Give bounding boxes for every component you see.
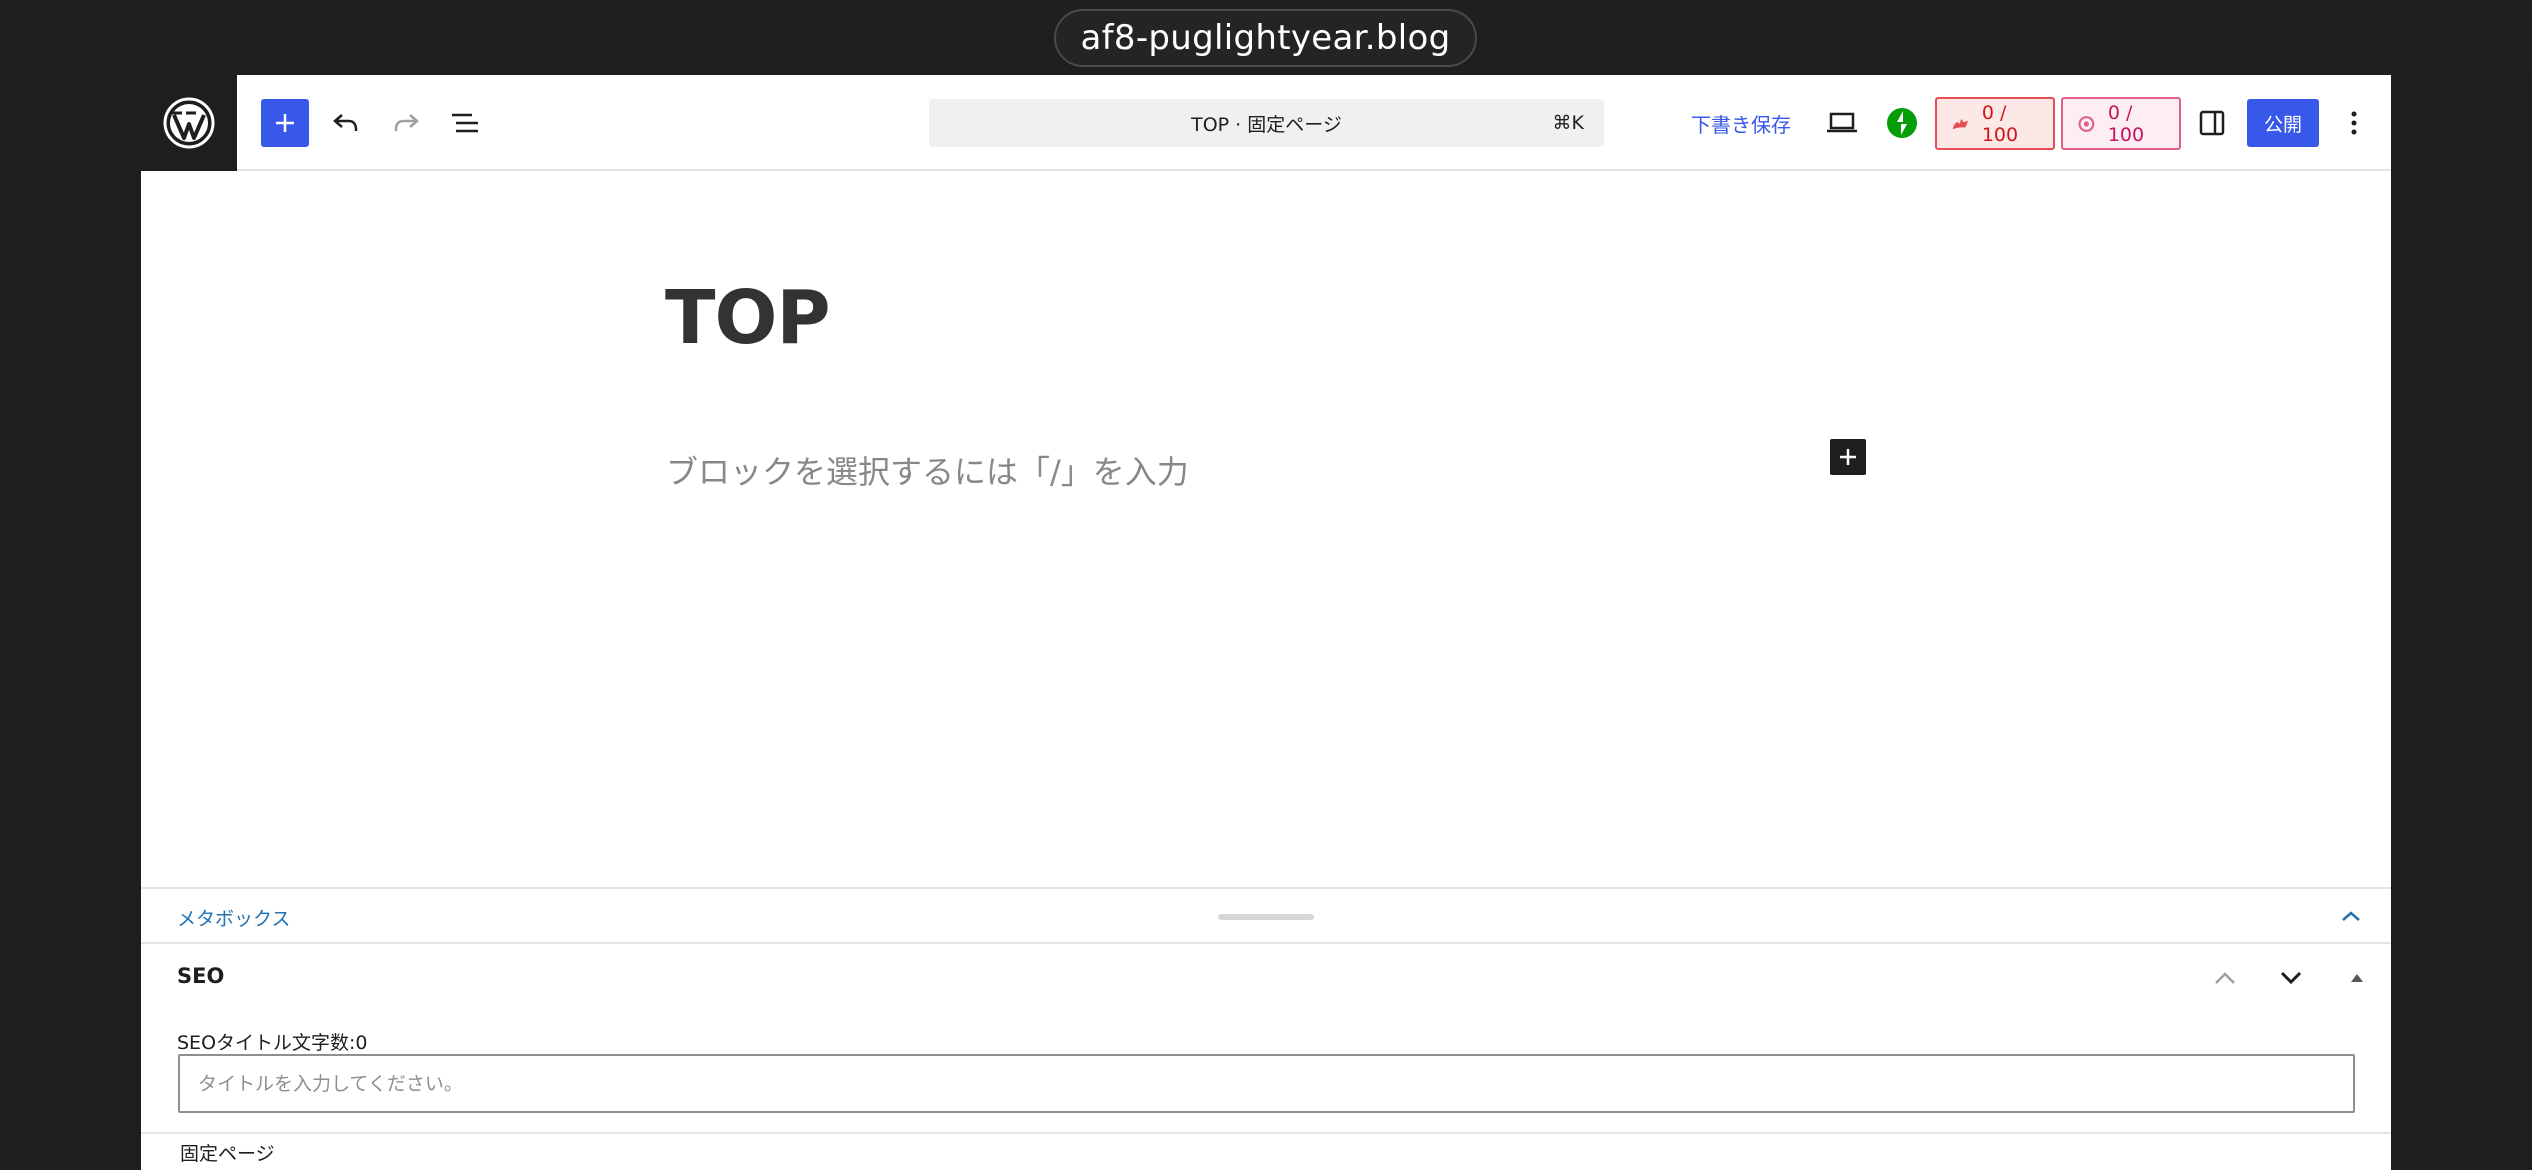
seo-score-icon [1952, 118, 1969, 129]
block-placeholder[interactable]: ブロックを選択するには「/」を入力 [666, 447, 1189, 493]
chevron-down-icon [2280, 971, 2302, 985]
redo-icon [394, 114, 419, 131]
page-title[interactable]: TOP [665, 275, 831, 361]
seo-title-input[interactable] [178, 1054, 2355, 1113]
sidebar-toggle-icon [2199, 110, 2225, 136]
chevron-up-icon [2215, 972, 2235, 984]
seo-score-badge[interactable]: 0 / 100 [1935, 97, 2055, 150]
chevron-up-icon [2342, 911, 2360, 921]
wordpress-logo-icon[interactable] [141, 75, 237, 171]
more-options-button[interactable] [2330, 99, 2378, 147]
metabox-resize-handle[interactable] [1218, 914, 1314, 920]
settings-sidebar-button[interactable] [2188, 99, 2236, 147]
more-options-icon [2351, 111, 2357, 135]
metabox-collapse-toggle[interactable] [2336, 901, 2366, 931]
seo-metabox: SEO SEOタイトル文字数:0 [141, 944, 2391, 1134]
triangle-up-icon [2351, 974, 2363, 982]
save-draft-button[interactable]: 下書き保存 [1691, 99, 1791, 147]
inline-block-inserter-button[interactable] [1830, 439, 1866, 475]
preview-button[interactable] [1818, 99, 1866, 147]
add-block-button[interactable] [261, 99, 309, 147]
readability-score-value: 0 / 100 [2107, 101, 2145, 146]
redo-button[interactable] [382, 99, 430, 147]
metabox-label[interactable]: メタボックス [177, 904, 290, 931]
list-view-icon [452, 113, 478, 133]
jetpack-button[interactable] [1878, 99, 1926, 147]
post-type-footer-label: 固定ページ [180, 1143, 275, 1165]
seo-title-count-label: SEOタイトル文字数:0 [177, 1032, 368, 1054]
readability-score-badge[interactable]: 0 / 100 [2061, 97, 2181, 150]
toggle-panel-button[interactable] [2337, 958, 2377, 998]
undo-button[interactable] [322, 99, 370, 147]
command-palette-button[interactable]: TOP · 固定ページ ⌘K [929, 99, 1604, 147]
metabox-header: メタボックス [141, 887, 2391, 944]
plus-icon [1840, 449, 1856, 465]
seo-score-value: 0 / 100 [1981, 101, 2019, 146]
readability-score-icon [2078, 115, 2095, 132]
command-shortcut-label: ⌘K [1552, 112, 1584, 134]
document-title-label: TOP · 固定ページ [1191, 113, 1342, 136]
move-down-button[interactable] [2271, 958, 2311, 998]
editor-window: TOP · 固定ページ ⌘K 下書き保存 0 / 100 0 / 100 公開 … [141, 75, 2391, 1170]
jetpack-icon [1887, 108, 1917, 138]
desktop-preview-icon [1827, 112, 1857, 133]
publish-button[interactable]: 公開 [2247, 99, 2319, 147]
plus-icon [276, 114, 294, 132]
seo-heading: SEO [177, 964, 225, 988]
browser-url-bar: af8-puglightyear.blog [0, 0, 2532, 75]
undo-icon [333, 114, 358, 131]
url-display[interactable]: af8-puglightyear.blog [1054, 9, 1477, 67]
editor-toolbar: TOP · 固定ページ ⌘K 下書き保存 0 / 100 0 / 100 公開 [141, 75, 2391, 171]
list-view-button[interactable] [441, 99, 489, 147]
move-up-button[interactable] [2205, 958, 2245, 998]
